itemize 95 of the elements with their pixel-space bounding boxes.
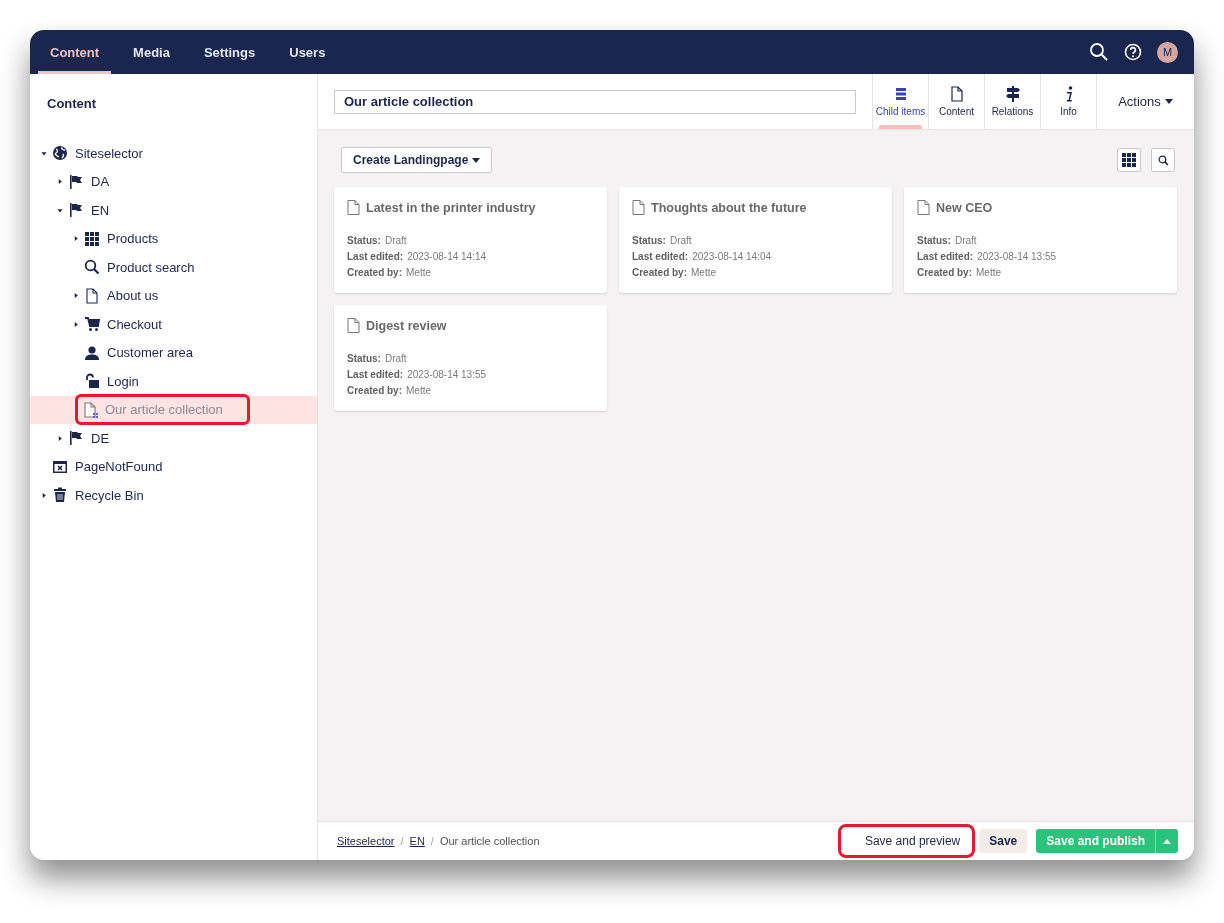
- caret-right-icon[interactable]: [72, 293, 80, 299]
- field-label: Status:: [347, 353, 381, 364]
- field-value: Mette: [976, 267, 1002, 278]
- field-value: 2023-08-14 14:14: [407, 251, 487, 262]
- child-item-card[interactable]: New CEO Status: Draft Last edited: 2023-08-14 13:55 Created by: Mette: [904, 187, 1177, 293]
- nav-tab[interactable]: Content: [38, 30, 112, 74]
- search-icon: [84, 259, 100, 276]
- caret-up-icon: [1163, 838, 1171, 844]
- search-icon[interactable]: [1089, 42, 1109, 62]
- nav-tab[interactable]: Media: [121, 30, 182, 74]
- breadcrumb-separator: /: [400, 835, 404, 847]
- field-value: 2023-08-14 13:55: [407, 369, 487, 380]
- caret-right-icon[interactable]: [72, 236, 80, 242]
- document-icon: [84, 287, 100, 304]
- user-icon: [84, 344, 100, 361]
- field-value: Draft: [384, 235, 407, 246]
- field-value: 2023-08-14 14:04: [692, 251, 772, 262]
- child-item-card[interactable]: Latest in the printer industry Status: Draft Last edited: 2023-08-14 14:14 Created by: Mette: [334, 187, 607, 293]
- caret-right-icon[interactable]: [72, 321, 80, 327]
- save-button[interactable]: Save: [979, 829, 1028, 853]
- search-button[interactable]: [1151, 148, 1175, 172]
- cart-icon: [84, 316, 100, 333]
- document-icon: [347, 200, 360, 215]
- tree-item-label[interactable]: DE: [87, 428, 114, 448]
- unlocked-padlock-icon: [84, 373, 100, 390]
- document-icon: [632, 200, 645, 215]
- user-avatar[interactable]: M: [1157, 41, 1178, 63]
- caret-down-icon: [472, 157, 481, 163]
- field-value: Draft: [954, 235, 977, 246]
- help-icon[interactable]: [1123, 42, 1143, 62]
- field-value: Mette: [406, 267, 432, 278]
- grid-view-button[interactable]: [1117, 148, 1141, 172]
- tree-item-label[interactable]: Siteselector: [71, 143, 147, 163]
- document-icon: [948, 86, 965, 102]
- tree-item-label[interactable]: DA: [87, 172, 114, 192]
- caret-down-icon[interactable]: [40, 150, 48, 156]
- field-label: Last edited:: [632, 251, 689, 262]
- field-label: Created by:: [347, 385, 402, 396]
- field-value: Mette: [691, 267, 717, 278]
- child-item-card[interactable]: Thoughts about the future Status: Draft Last edited: 2023-08-14 14:04 Created by: Mette: [619, 187, 892, 293]
- card-title: Latest in the printer industry: [366, 200, 536, 215]
- grid-icon: [1121, 152, 1137, 168]
- sidebar-title: Content: [46, 95, 98, 113]
- tree-item-label[interactable]: Login: [103, 371, 143, 391]
- search-icon: [1157, 154, 1169, 166]
- grid-icon: [84, 230, 100, 247]
- field-label: Created by:: [632, 267, 687, 278]
- field-value: 2023-08-14 13:55: [977, 251, 1057, 262]
- child-item-card[interactable]: Digest review Status: Draft Last edited: 2023-08-14 13:55 Created by: Mette: [334, 305, 607, 411]
- document-icon: [347, 318, 360, 333]
- document-icon: [82, 401, 98, 418]
- field-value: Draft: [384, 353, 407, 364]
- field-label: Last edited:: [347, 369, 404, 380]
- document-icon: [917, 200, 930, 215]
- error-page-icon: [52, 458, 68, 475]
- flag-icon: [68, 430, 84, 447]
- field-value: Draft: [669, 235, 692, 246]
- breadcrumb-separator: /: [430, 835, 434, 847]
- tree-item-label[interactable]: Checkout: [103, 314, 166, 334]
- name-field[interactable]: Our article collection: [334, 89, 856, 114]
- caret-right-icon[interactable]: [56, 179, 64, 185]
- caret-right-icon[interactable]: [56, 435, 64, 441]
- tree-item-label[interactable]: Products: [103, 229, 163, 249]
- create-dropdown[interactable]: Create Landingpage: [341, 147, 493, 173]
- caret-right-icon[interactable]: [40, 492, 48, 498]
- breadcrumb-link[interactable]: EN: [409, 835, 425, 847]
- card-title: Digest review: [366, 318, 447, 333]
- field-label: Status:: [347, 235, 381, 246]
- view-tab[interactable]: Child items: [872, 74, 928, 129]
- flag-icon: [68, 202, 84, 219]
- breadcrumb-link[interactable]: Siteselector: [337, 835, 395, 847]
- field-label: Created by:: [917, 267, 972, 278]
- tree-item-label[interactable]: About us: [103, 286, 163, 306]
- trash-icon: [52, 487, 68, 504]
- caret-down-icon[interactable]: [56, 207, 64, 213]
- breadcrumb-current: Our article collection: [439, 835, 540, 847]
- tree-item-label[interactable]: Product search: [103, 257, 199, 277]
- field-label: Last edited:: [347, 251, 404, 262]
- signpost-icon: [1004, 86, 1021, 102]
- nav-tab[interactable]: Settings: [191, 30, 268, 74]
- tree-item-label[interactable]: EN: [87, 200, 114, 220]
- nav-tab[interactable]: Users: [277, 30, 338, 74]
- field-label: Created by:: [347, 267, 402, 278]
- card-title: Thoughts about the future: [651, 200, 807, 215]
- tree-item-label[interactable]: Customer area: [103, 343, 197, 363]
- field-label: Status:: [632, 235, 666, 246]
- tree-item-label[interactable]: Recycle Bin: [71, 485, 148, 505]
- field-label: Status:: [917, 235, 951, 246]
- flag-icon: [68, 173, 84, 190]
- globe-icon: [52, 145, 68, 162]
- tree-item-label[interactable]: PageNotFound: [71, 457, 167, 477]
- field-value: Mette: [406, 385, 432, 396]
- card-title: New CEO: [936, 200, 993, 215]
- field-label: Last edited:: [917, 251, 974, 262]
- caret-down-icon: [1164, 99, 1173, 104]
